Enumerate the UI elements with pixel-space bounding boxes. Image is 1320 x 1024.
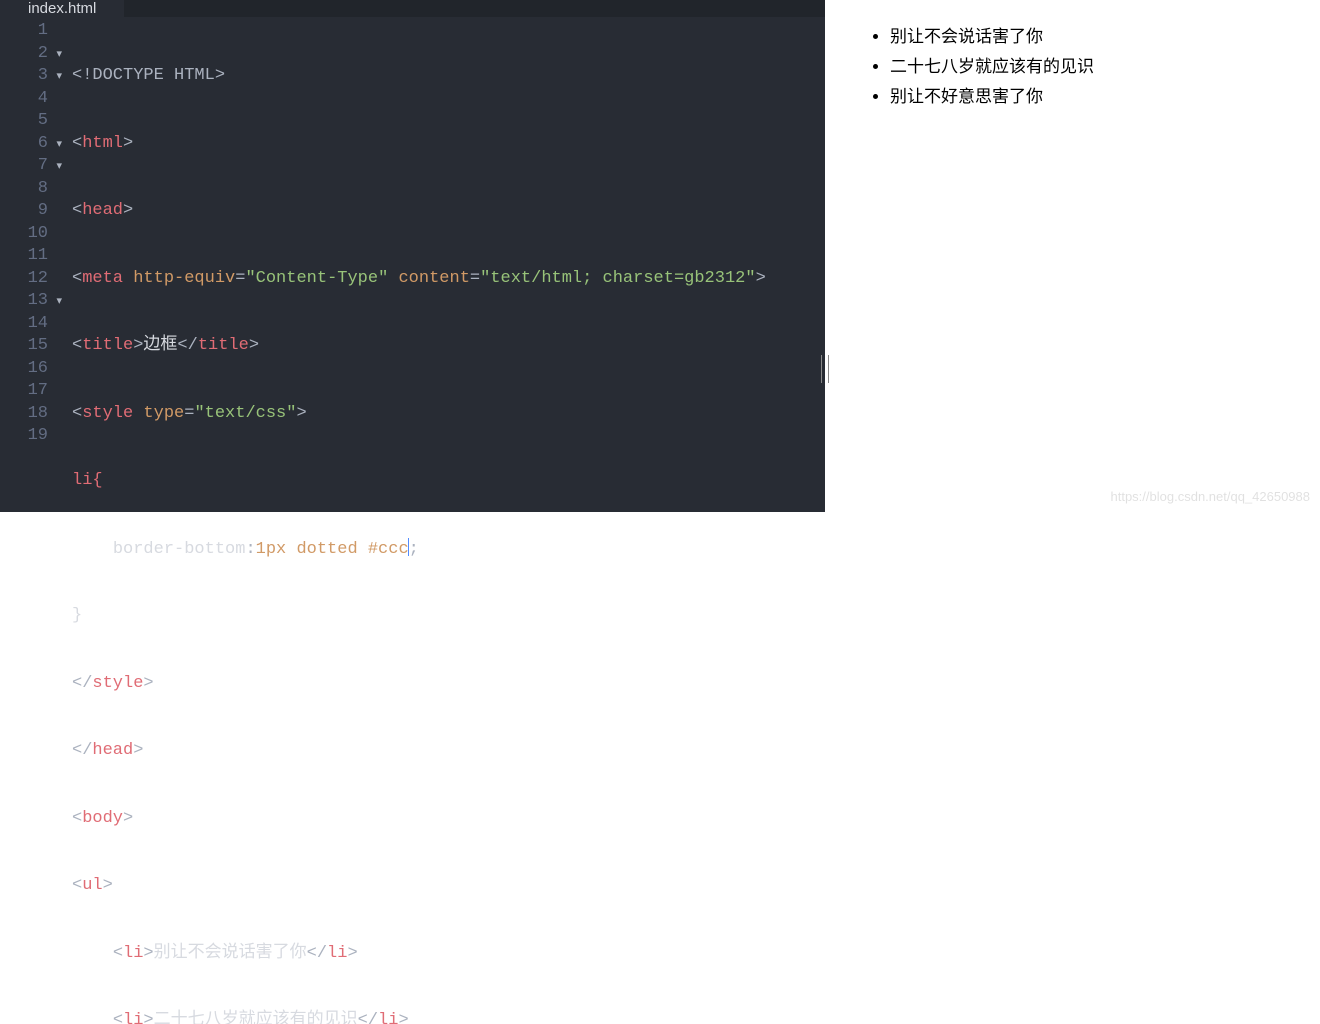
preview-pane: 别让不会说话害了你 二十七八岁就应该有的见识 别让不好意思害了你 https:/… bbox=[825, 0, 1320, 512]
line-number: 14 bbox=[0, 313, 58, 336]
code-content[interactable]: <!DOCTYPE HTML> <html> <head> <meta http… bbox=[58, 20, 825, 1024]
line-number: 9 bbox=[0, 200, 58, 223]
code-line: <ul> bbox=[72, 875, 825, 898]
line-number: 19 bbox=[0, 425, 58, 448]
list-item: 别让不会说话害了你 bbox=[890, 22, 1310, 52]
code-line: <style type="text/css"> bbox=[72, 403, 825, 426]
preview-list: 别让不会说话害了你 二十七八岁就应该有的见识 别让不好意思害了你 bbox=[865, 22, 1310, 112]
code-line: <li>别让不会说话害了你</li> bbox=[72, 943, 825, 966]
line-number: 13▾ bbox=[0, 290, 58, 313]
code-area[interactable]: 1 2▾ 3▾ 4 5 6▾ 7▾ 8 9 10 11 12 13▾ 14 15… bbox=[0, 17, 825, 1024]
line-number: 18 bbox=[0, 403, 58, 426]
line-number: 1 bbox=[0, 20, 58, 43]
line-number: 7▾ bbox=[0, 155, 58, 178]
line-number: 5 bbox=[0, 110, 58, 133]
fold-icon[interactable]: ▾ bbox=[56, 66, 62, 89]
code-editor-pane: index.html 1 2▾ 3▾ 4 5 6▾ 7▾ 8 9 10 11 1… bbox=[0, 0, 825, 512]
line-number: 16 bbox=[0, 358, 58, 381]
code-line: <head> bbox=[72, 200, 825, 223]
code-line: <body> bbox=[72, 808, 825, 831]
line-number: 10 bbox=[0, 223, 58, 246]
watermark: https://blog.csdn.net/qq_42650988 bbox=[1111, 489, 1311, 504]
fold-icon[interactable]: ▾ bbox=[56, 291, 62, 314]
line-number: 11 bbox=[0, 245, 58, 268]
line-number: 12 bbox=[0, 268, 58, 291]
fold-icon[interactable]: ▾ bbox=[56, 44, 62, 67]
code-line: li{ bbox=[72, 470, 825, 493]
line-number: 2▾ bbox=[0, 43, 58, 66]
tab-bar: index.html bbox=[0, 0, 825, 17]
line-number: 3▾ bbox=[0, 65, 58, 88]
file-tab-index-html[interactable]: index.html bbox=[0, 0, 124, 17]
code-line: </head> bbox=[72, 740, 825, 763]
pane-divider-handle[interactable] bbox=[821, 355, 829, 383]
line-number: 6▾ bbox=[0, 133, 58, 156]
line-number-gutter: 1 2▾ 3▾ 4 5 6▾ 7▾ 8 9 10 11 12 13▾ 14 15… bbox=[0, 20, 58, 1024]
code-line: <title>边框</title> bbox=[72, 335, 825, 358]
fold-icon[interactable]: ▾ bbox=[56, 134, 62, 157]
line-number: 15 bbox=[0, 335, 58, 358]
code-line: <html> bbox=[72, 133, 825, 156]
code-line: <meta http-equiv="Content-Type" content=… bbox=[72, 268, 825, 291]
code-line: </style> bbox=[72, 673, 825, 696]
line-number: 8 bbox=[0, 178, 58, 201]
code-line: <!DOCTYPE HTML> bbox=[72, 65, 825, 88]
code-line: } bbox=[72, 605, 825, 628]
list-item: 二十七八岁就应该有的见识 bbox=[890, 52, 1310, 82]
line-number: 17 bbox=[0, 380, 58, 403]
list-item: 别让不好意思害了你 bbox=[890, 82, 1310, 112]
code-line: border-bottom:1px dotted #ccc; bbox=[72, 538, 825, 561]
line-number: 4 bbox=[0, 88, 58, 111]
code-line: <li>二十七八岁就应该有的见识</li> bbox=[72, 1010, 825, 1024]
fold-icon[interactable]: ▾ bbox=[56, 156, 62, 179]
